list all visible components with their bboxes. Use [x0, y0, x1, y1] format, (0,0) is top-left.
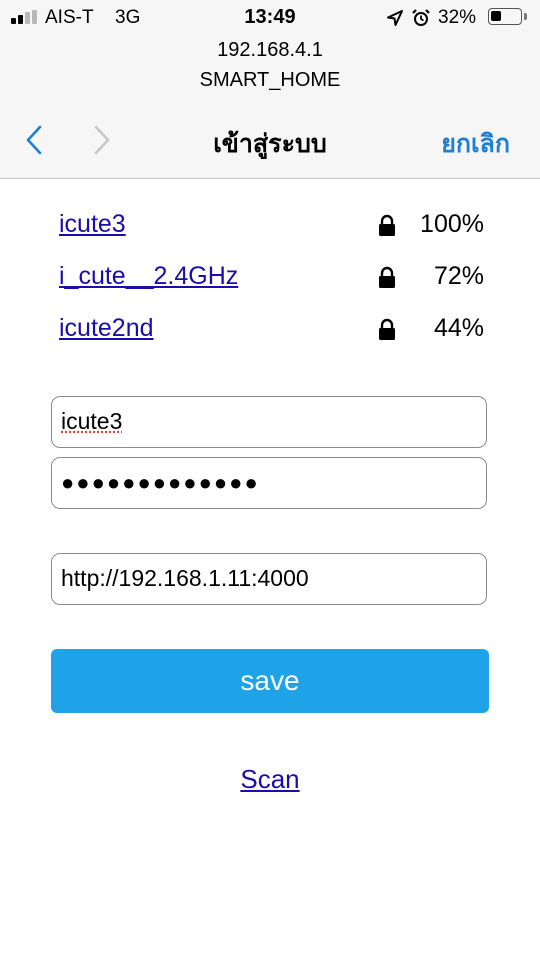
- location-arrow-icon: [387, 10, 403, 26]
- browser-header: AIS-T 3G 13:49 32% 192.168.4.1 SMART_HOM…: [0, 0, 540, 179]
- server-url-field[interactable]: http://192.168.1.11:4000: [51, 553, 487, 605]
- password-value: ●●●●●●●●●●●●●: [61, 470, 260, 495]
- page-subtitle: SMART_HOME: [199, 69, 341, 91]
- url-host[interactable]: 192.168.4.1: [0, 39, 540, 62]
- save-button[interactable]: save: [51, 649, 489, 713]
- lock-icon: [379, 266, 395, 288]
- battery-level: [491, 11, 501, 21]
- network-row: icute3 100%: [59, 210, 484, 246]
- lock-icon: [379, 318, 395, 340]
- lock-icon: [379, 214, 395, 236]
- status-bar: AIS-T 3G 13:49 32%: [0, 0, 540, 36]
- battery-percent: 32%: [438, 7, 477, 28]
- cancel-button[interactable]: ยกเลิก: [441, 124, 510, 164]
- scan-link[interactable]: Scan: [240, 764, 299, 794]
- network-row: i_cute__2.4GHz 72%: [59, 262, 484, 298]
- scan-row: Scan: [0, 764, 540, 795]
- password-field[interactable]: ●●●●●●●●●●●●●: [51, 457, 487, 509]
- network-row: icute2nd 44%: [59, 314, 484, 350]
- alarm-clock-icon: [412, 9, 430, 26]
- network-signal: 44%: [433, 314, 484, 342]
- ssid-field[interactable]: icute3: [51, 396, 487, 448]
- network-signal: 72%: [433, 262, 484, 290]
- network-link[interactable]: icute3: [59, 210, 126, 239]
- battery-tip: [524, 13, 527, 20]
- network-signal: 100%: [420, 210, 484, 238]
- server-url-value: http://192.168.1.11:4000: [61, 565, 309, 591]
- network-link[interactable]: i_cute__2.4GHz: [59, 262, 238, 291]
- network-link[interactable]: icute2nd: [59, 314, 154, 343]
- battery-icon: [488, 8, 522, 25]
- ssid-value: icute3: [61, 408, 123, 434]
